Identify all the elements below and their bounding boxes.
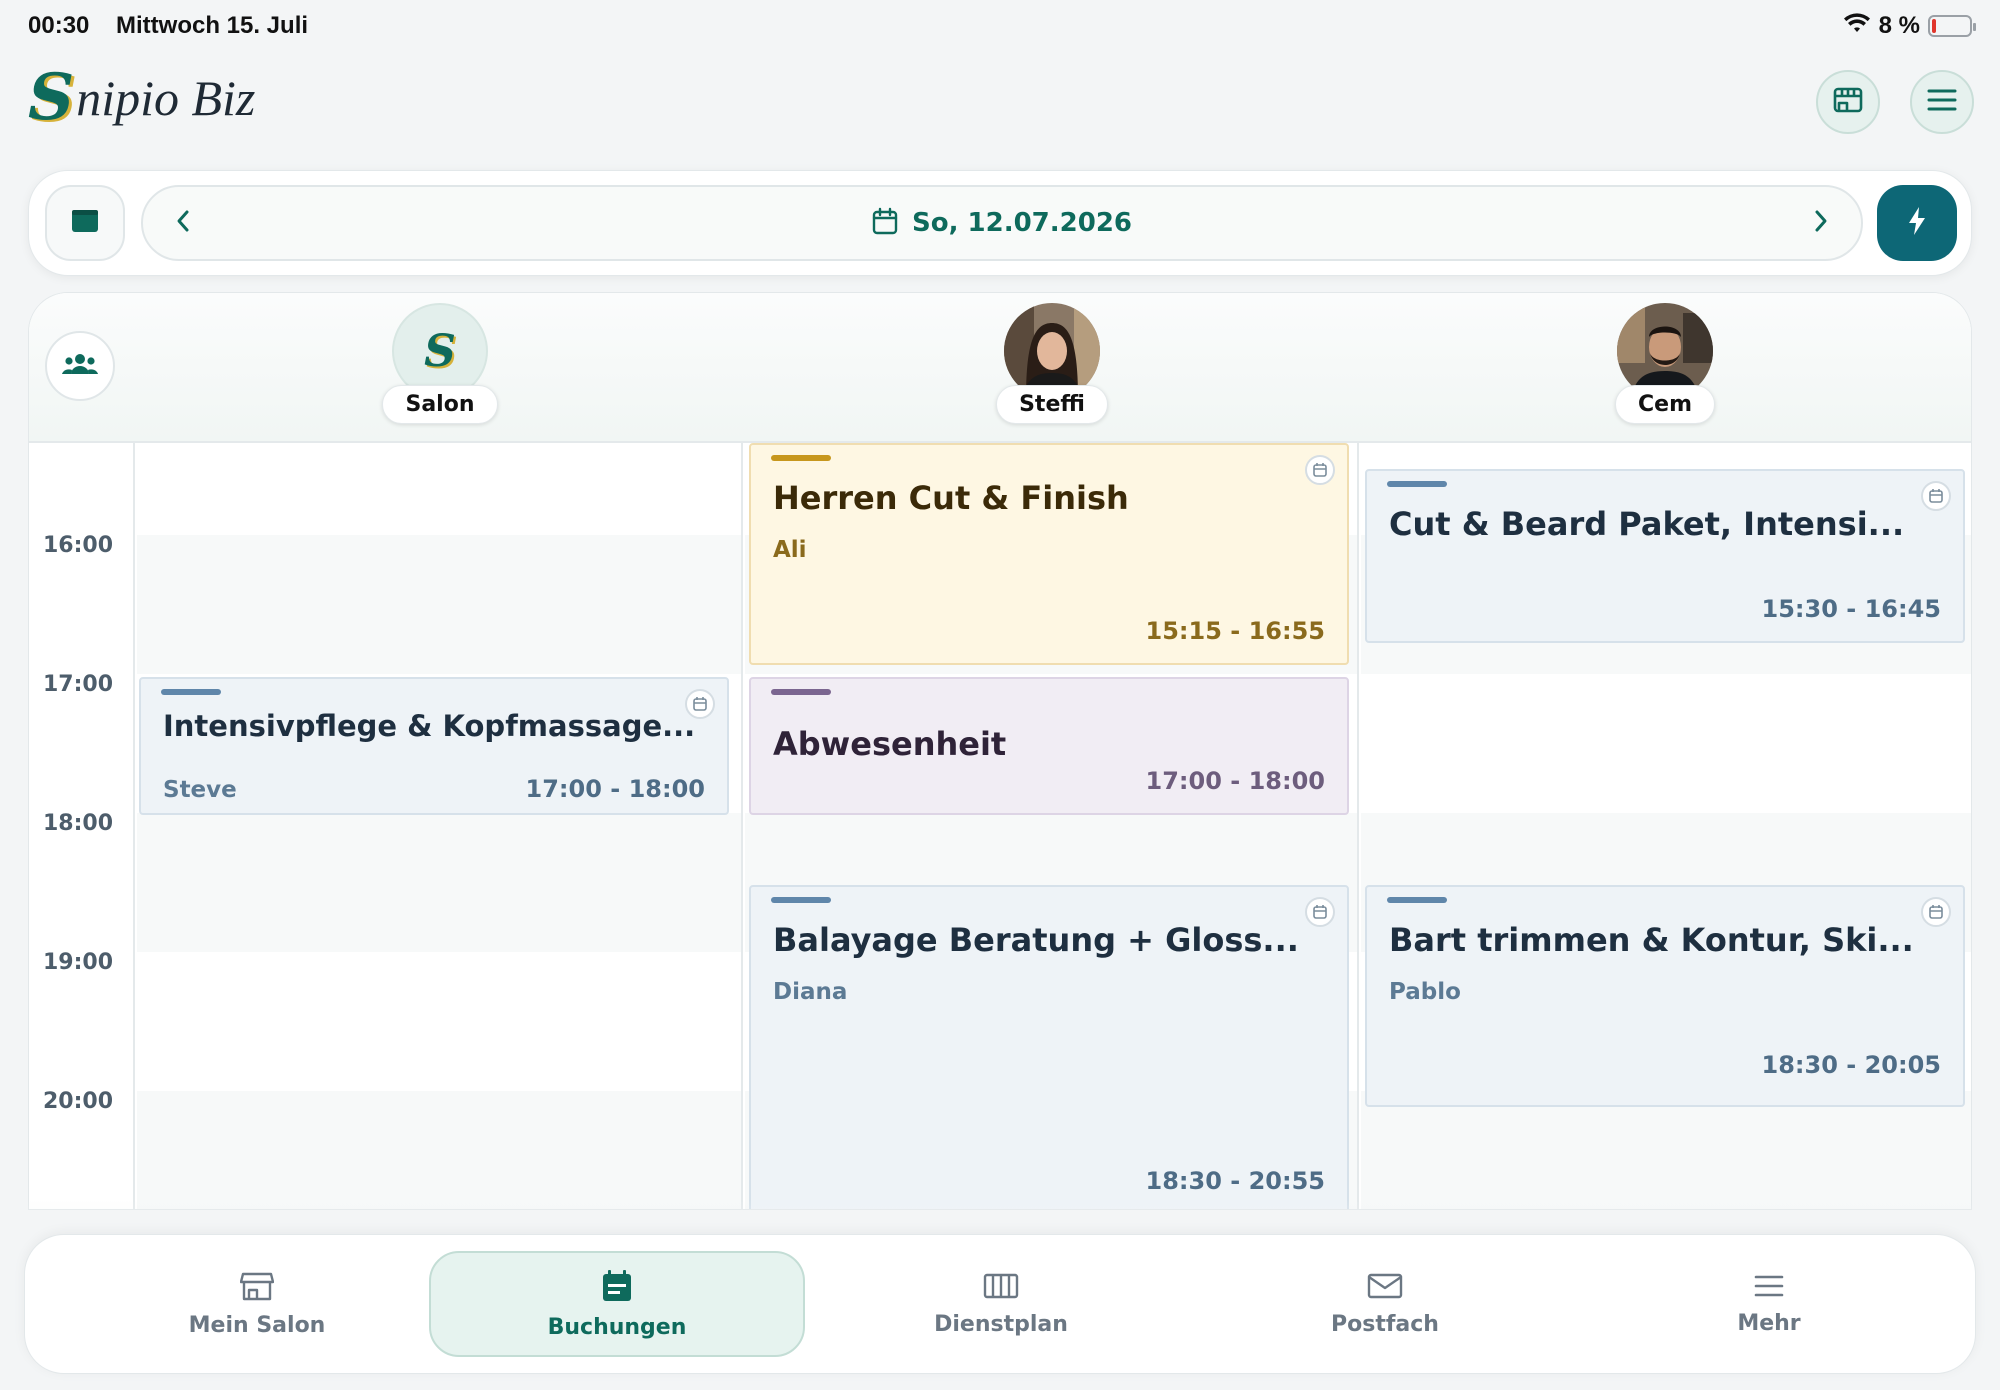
appointment-color-bar: [161, 689, 221, 695]
salon-logo-mark: S: [424, 325, 456, 377]
appointment-card[interactable]: Herren Cut & Finish Ali 15:15 - 16:55: [749, 443, 1349, 665]
battery-percent: 8 %: [1878, 12, 1920, 39]
wifi-icon: [1843, 13, 1871, 39]
lightning-icon: [1906, 206, 1928, 240]
staff-column-salon[interactable]: S Salon: [380, 303, 500, 424]
appointment-color-bar: [771, 455, 831, 461]
calendar-small-icon: [1305, 455, 1335, 485]
staff-header: S Salon Steffi Cem: [29, 293, 1971, 443]
appointment-title: Balayage Beratung + Gloss...: [773, 921, 1299, 959]
appointment-client: Steve: [163, 777, 237, 803]
logo-initial: S: [28, 60, 75, 135]
appointment-time: 15:30 - 16:45: [1761, 595, 1941, 623]
appointment-title: Bart trimmen & Kontur, Ski...: [1389, 921, 1914, 959]
nav-postfach[interactable]: Postfach: [1197, 1251, 1573, 1357]
status-time: 00:30: [28, 12, 90, 39]
app-logo: S nipio Biz: [28, 66, 255, 130]
staff-name: Salon: [382, 385, 498, 424]
appointment-time: 18:30 - 20:05: [1761, 1051, 1941, 1079]
nav-label: Buchungen: [547, 1314, 687, 1340]
appointment-color-bar: [771, 689, 831, 695]
staff-column-steffi[interactable]: Steffi: [992, 303, 1112, 424]
time-label: 16:00: [43, 533, 114, 558]
appointment-card[interactable]: Bart trimmen & Kontur, Ski... Pablo 18:3…: [1365, 885, 1965, 1107]
appointment-time: 15:15 - 16:55: [1145, 617, 1325, 645]
appointment-time: 18:30 - 20:55: [1145, 1167, 1325, 1195]
calendar-view-button[interactable]: [45, 185, 125, 261]
date-toolbar: So, 12.07.2026: [28, 170, 1972, 276]
appointment-time: 17:00 - 18:00: [1145, 767, 1325, 795]
nav-mehr[interactable]: Mehr: [1581, 1251, 1957, 1357]
menu-icon: [1753, 1273, 1785, 1303]
appointment-title: Intensivpflege & Kopfmassage...: [163, 709, 696, 743]
team-icon: [61, 352, 99, 380]
appointment-color-bar: [771, 897, 831, 903]
absence-card[interactable]: Abwesenheit 17:00 - 18:00: [749, 677, 1349, 815]
cem-column[interactable]: Cut & Beard Paket, Intensi... 15:30 - 16…: [1361, 443, 1971, 1209]
salon-column[interactable]: Intensivpflege & Kopfmassage... Steve 17…: [137, 443, 743, 1209]
mail-icon: [1367, 1272, 1403, 1304]
quick-action-button[interactable]: [1877, 185, 1957, 261]
calendar-small-icon: [1305, 897, 1335, 927]
status-bar: 00:30 Mittwoch 15. Juli 8 %: [0, 0, 2000, 52]
team-filter-button[interactable]: [45, 331, 115, 401]
steffi-column[interactable]: Herren Cut & Finish Ali 15:15 - 16:55 Ab…: [745, 443, 1359, 1209]
bottom-navigation: Mein Salon Buchungen Dienstplan Postfach…: [24, 1234, 1976, 1374]
menu-icon: [1926, 87, 1958, 117]
appointment-card[interactable]: Balayage Beratung + Gloss... Diana 18:30…: [749, 885, 1349, 1209]
status-right: 8 %: [1843, 12, 1976, 40]
current-date: So, 12.07.2026: [912, 208, 1132, 238]
schedule-grid-icon: [983, 1272, 1019, 1304]
calendar-small-icon: [1921, 481, 1951, 511]
time-label: 19:00: [43, 950, 114, 975]
appointment-title: Herren Cut & Finish: [773, 479, 1129, 517]
time-grid: 16:00 17:00 18:00 19:00 20:00 Intensivpf…: [29, 443, 1971, 1209]
calendar-small-icon: [1921, 897, 1951, 927]
day-calendar: S Salon Steffi Cem 16:00 17:00 18:00 19:…: [28, 292, 1972, 1210]
calendar-icon: [872, 207, 898, 239]
time-label: 17:00: [43, 672, 114, 697]
status-date: Mittwoch 15. Juli: [116, 12, 309, 39]
battery-icon: [1928, 15, 1976, 37]
store-icon: [1831, 83, 1865, 121]
staff-column-cem[interactable]: Cem: [1605, 303, 1725, 424]
nav-label: Postfach: [1331, 1311, 1439, 1337]
next-day-button[interactable]: [1803, 205, 1839, 241]
nav-label: Dienstplan: [934, 1311, 1068, 1337]
menu-button[interactable]: [1910, 70, 1974, 134]
time-label: 20:00: [43, 1089, 114, 1114]
appointment-card[interactable]: Intensivpflege & Kopfmassage... Steve 17…: [139, 677, 729, 815]
date-display[interactable]: So, 12.07.2026: [143, 207, 1861, 239]
nav-dienstplan[interactable]: Dienstplan: [813, 1251, 1189, 1357]
appointment-time: 17:00 - 18:00: [525, 775, 705, 803]
logo-text: nipio Biz: [76, 70, 256, 126]
staff-name: Cem: [1615, 385, 1715, 424]
appointment-card[interactable]: Cut & Beard Paket, Intensi... 15:30 - 16…: [1365, 469, 1965, 643]
appointment-client: Pablo: [1389, 979, 1461, 1005]
appointment-title: Cut & Beard Paket, Intensi...: [1389, 505, 1905, 543]
nav-label: Mein Salon: [188, 1312, 326, 1338]
appointment-client: Ali: [773, 537, 807, 563]
calendar-icon: [601, 1269, 633, 1307]
store-icon: [239, 1271, 275, 1305]
appointment-client: Diana: [773, 979, 848, 1005]
appointment-color-bar: [1387, 481, 1447, 487]
store-button[interactable]: [1816, 70, 1880, 134]
staff-name: Steffi: [996, 385, 1108, 424]
calendar-view-icon: [70, 207, 100, 239]
time-axis: 16:00 17:00 18:00 19:00 20:00: [29, 443, 135, 1209]
appointment-color-bar: [1387, 897, 1447, 903]
date-selector[interactable]: So, 12.07.2026: [141, 185, 1863, 261]
nav-label: Mehr: [1737, 1310, 1801, 1336]
time-label: 18:00: [43, 811, 114, 836]
nav-mein-salon[interactable]: Mein Salon: [69, 1251, 445, 1357]
nav-buchungen[interactable]: Buchungen: [429, 1251, 805, 1357]
appointment-title: Abwesenheit: [773, 725, 1007, 763]
chevron-right-icon: [1813, 209, 1829, 237]
